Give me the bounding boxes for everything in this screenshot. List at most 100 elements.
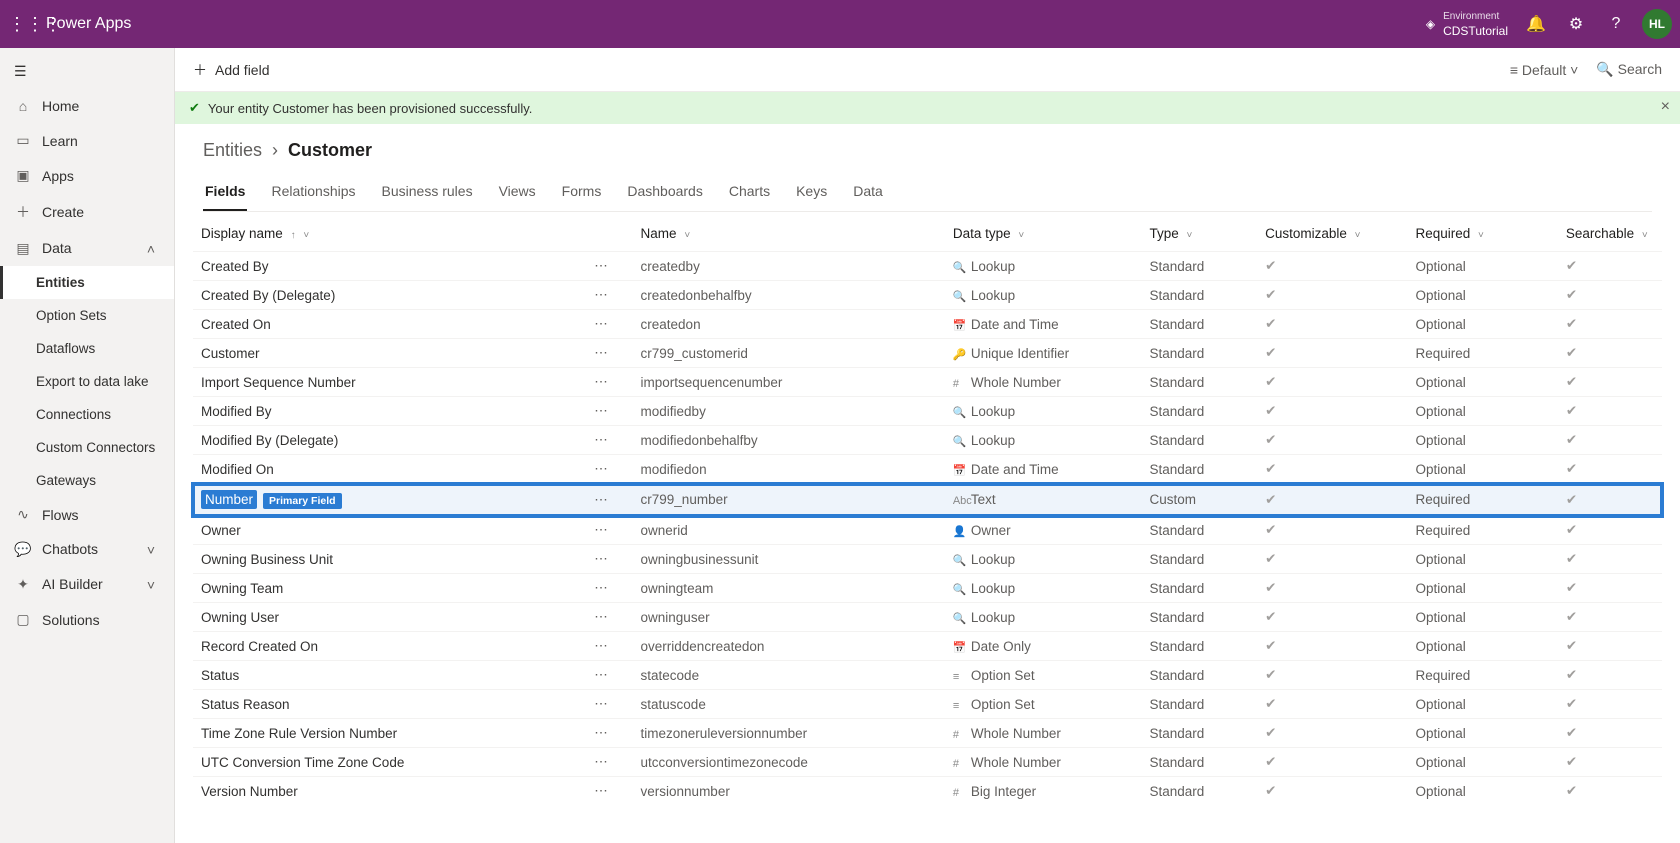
nav-ai-builder[interactable]: ✦AI Builder˅ [0,567,174,602]
settings-icon[interactable]: ⚙ [1556,0,1596,48]
table-row[interactable]: UTC Conversion Time Zone Code⋯utcconvers… [193,748,1662,777]
row-more-button[interactable]: ⋯ [586,545,632,574]
nav-learn[interactable]: ▭Learn [0,123,174,158]
tab-data[interactable]: Data [851,175,885,211]
field-required: Optional [1407,748,1557,777]
nav-gateways[interactable]: Gateways [0,464,174,497]
environment-switcher[interactable]: ◈ Environment CDSTutorial [1426,10,1508,38]
nav-apps[interactable]: ▣Apps [0,158,174,193]
add-field-button[interactable]: ＋ Add field [193,60,269,80]
col-name[interactable]: Name ˅ [633,212,945,252]
col-required[interactable]: Required ˅ [1407,212,1557,252]
field-name: cr799_customerid [633,339,945,368]
table-row[interactable]: Modified On⋯modifiedon📅Date and TimeStan… [193,455,1662,484]
field-customizable: ✔ [1257,426,1407,455]
tab-business-rules[interactable]: Business rules [380,175,475,211]
field-searchable: ✔ [1558,777,1662,806]
tab-charts[interactable]: Charts [727,175,772,211]
close-icon[interactable]: × [1661,98,1670,116]
nav-collapse-toggle[interactable]: ☰ [0,54,174,89]
tab-forms[interactable]: Forms [560,175,604,211]
row-more-button[interactable]: ⋯ [586,603,632,632]
col-type[interactable]: Type ˅ [1141,212,1257,252]
table-row[interactable]: Modified By⋯modifiedby🔍LookupStandard✔Op… [193,397,1662,426]
row-more-button[interactable]: ⋯ [586,516,632,545]
main-content: ＋ Add field ≡ Default ˅ 🔍 Search ✔ Your … [175,48,1680,843]
table-row[interactable]: Created By (Delegate)⋯createdonbehalfby🔍… [193,281,1662,310]
nav-option-sets[interactable]: Option Sets [0,299,174,332]
table-row[interactable]: Status Reason⋯statuscode≡Option SetStand… [193,690,1662,719]
tab-dashboards[interactable]: Dashboards [625,175,705,211]
row-more-button[interactable]: ⋯ [586,484,632,516]
row-more-button[interactable]: ⋯ [586,574,632,603]
table-row[interactable]: NumberPrimary Field⋯cr799_numberAbcTextC… [193,484,1662,516]
field-searchable: ✔ [1558,690,1662,719]
tab-views[interactable]: Views [497,175,538,211]
row-more-button[interactable]: ⋯ [586,690,632,719]
plus-icon: ＋ [14,202,32,222]
view-selector[interactable]: ≡ Default ˅ [1510,62,1579,78]
nav-custom-connectors[interactable]: Custom Connectors [0,431,174,464]
nav-chatbots[interactable]: 💬Chatbots˅ [0,532,174,567]
tab-fields[interactable]: Fields [203,175,247,211]
nav-data[interactable]: ▤Data ˄ [0,231,174,266]
field-datatype: 🔍Lookup [945,252,1142,281]
table-row[interactable]: Created On⋯createdon📅Date and TimeStanda… [193,310,1662,339]
field-type: Standard [1141,661,1257,690]
tab-relationships[interactable]: Relationships [269,175,357,211]
field-customizable: ✔ [1257,516,1407,545]
table-row[interactable]: Owning User⋯owninguser🔍LookupStandard✔Op… [193,603,1662,632]
row-more-button[interactable]: ⋯ [586,339,632,368]
table-row[interactable]: Time Zone Rule Version Number⋯timezoneru… [193,719,1662,748]
field-searchable: ✔ [1558,368,1662,397]
row-more-button[interactable]: ⋯ [586,777,632,806]
avatar[interactable]: HL [1642,9,1672,39]
nav-flows[interactable]: ∿Flows [0,497,174,532]
apps-icon: ▣ [14,167,32,184]
row-more-button[interactable]: ⋯ [586,310,632,339]
field-datatype: 📅Date and Time [945,310,1142,339]
breadcrumb-root[interactable]: Entities [203,140,262,161]
table-row[interactable]: Version Number⋯versionnumber#Big Integer… [193,777,1662,806]
nav-home[interactable]: ⌂Home [0,89,174,123]
table-row[interactable]: Owning Team⋯owningteam🔍LookupStandard✔Op… [193,574,1662,603]
table-row[interactable]: Created By⋯createdby🔍LookupStandard✔Opti… [193,252,1662,281]
breadcrumb: Entities › Customer [203,140,1652,161]
tab-keys[interactable]: Keys [794,175,829,211]
nav-entities[interactable]: Entities [0,266,174,299]
table-row[interactable]: Modified By (Delegate)⋯modifiedonbehalfb… [193,426,1662,455]
nav-export[interactable]: Export to data lake [0,365,174,398]
nav-solutions[interactable]: ▢Solutions [0,602,174,637]
row-more-button[interactable]: ⋯ [586,748,632,777]
nav-connections[interactable]: Connections [0,398,174,431]
table-row[interactable]: Customer⋯cr799_customerid🔑Unique Identif… [193,339,1662,368]
table-row[interactable]: Owner⋯ownerid👤OwnerStandard✔Required✔ [193,516,1662,545]
col-datatype[interactable]: Data type ˅ [945,212,1142,252]
row-more-button[interactable]: ⋯ [586,368,632,397]
field-display-name: Created By (Delegate) [201,288,335,303]
waffle-icon[interactable]: ⋮⋮⋮ [8,14,40,35]
row-more-button[interactable]: ⋯ [586,281,632,310]
col-display-name[interactable]: Display name ↑ ˅ [193,212,586,252]
nav-dataflows[interactable]: Dataflows [0,332,174,365]
row-more-button[interactable]: ⋯ [586,455,632,484]
row-more-button[interactable]: ⋯ [586,252,632,281]
col-customizable[interactable]: Customizable ˅ [1257,212,1407,252]
row-more-button[interactable]: ⋯ [586,632,632,661]
table-row[interactable]: Owning Business Unit⋯owningbusinessunit🔍… [193,545,1662,574]
field-name: cr799_number [633,484,945,516]
row-more-button[interactable]: ⋯ [586,426,632,455]
nav-create[interactable]: ＋Create [0,193,174,231]
search-box[interactable]: 🔍 Search [1596,61,1662,78]
notifications-icon[interactable]: 🔔 [1516,0,1556,48]
table-row[interactable]: Status⋯statecode≡Option SetStandard✔Requ… [193,661,1662,690]
row-more-button[interactable]: ⋯ [586,397,632,426]
row-more-button[interactable]: ⋯ [586,661,632,690]
brand-label: Power Apps [46,15,131,33]
row-more-button[interactable]: ⋯ [586,719,632,748]
help-icon[interactable]: ? [1596,0,1636,48]
table-row[interactable]: Record Created On⋯overriddencreatedon📅Da… [193,632,1662,661]
col-searchable[interactable]: Searchable ˅ [1558,212,1662,252]
field-customizable: ✔ [1257,690,1407,719]
table-row[interactable]: Import Sequence Number⋯importsequencenum… [193,368,1662,397]
